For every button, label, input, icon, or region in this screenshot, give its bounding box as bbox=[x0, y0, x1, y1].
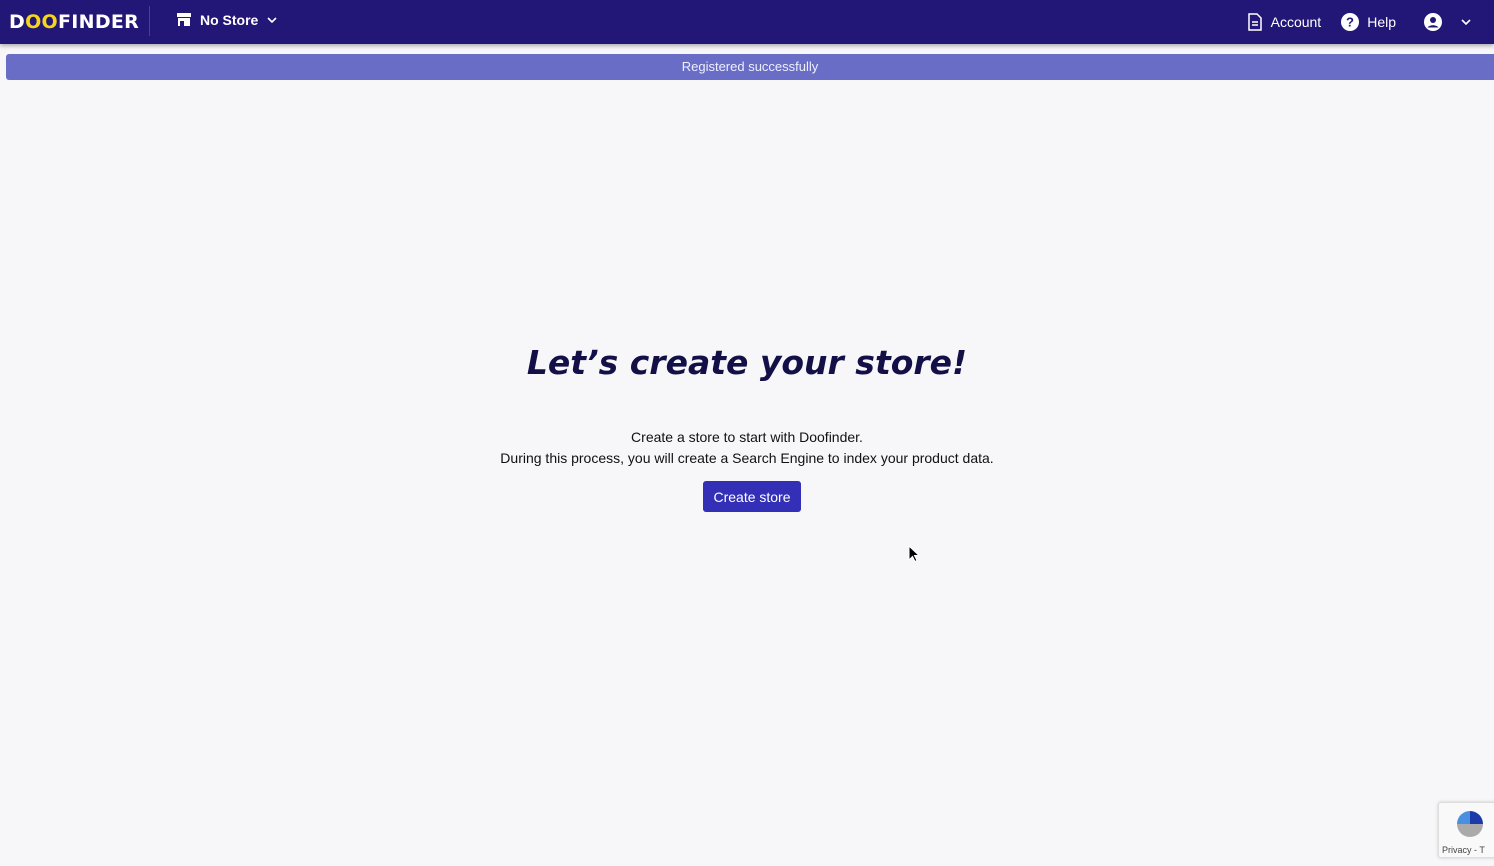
user-avatar-icon bbox=[1424, 13, 1442, 31]
store-icon bbox=[177, 13, 191, 26]
help-link[interactable]: ? Help bbox=[1341, 13, 1396, 31]
description-line-1: Create a store to start with Doofinder. bbox=[631, 429, 863, 445]
doofinder-logo[interactable]: DOOFINDER bbox=[9, 11, 139, 33]
recaptcha-icon bbox=[1457, 811, 1483, 837]
help-icon: ? bbox=[1341, 13, 1360, 31]
store-selector[interactable]: No Store bbox=[176, 12, 278, 28]
success-banner: Registered successfully bbox=[6, 54, 1494, 80]
create-store-button[interactable]: Create store bbox=[703, 481, 801, 512]
page-title: Let’s create your store! bbox=[526, 343, 968, 382]
logo-text: D bbox=[9, 11, 26, 33]
chevron-down-icon bbox=[1461, 19, 1471, 26]
store-selector-label: No Store bbox=[200, 12, 259, 28]
logo-text-accent: OO bbox=[25, 11, 58, 33]
svg-text:?: ? bbox=[1346, 15, 1354, 30]
divider bbox=[149, 6, 150, 36]
account-label: Account bbox=[1270, 14, 1322, 30]
chevron-down-icon bbox=[267, 17, 277, 24]
recaptcha-privacy-link[interactable]: Privacy - T bbox=[1442, 845, 1485, 855]
mouse-cursor-icon bbox=[908, 545, 920, 563]
account-link[interactable]: Account bbox=[1247, 13, 1322, 31]
description-line-2: During this process, you will create a S… bbox=[500, 450, 994, 466]
top-navbar: DOOFINDER No Store Account ? Help bbox=[0, 0, 1494, 44]
document-icon bbox=[1247, 13, 1262, 31]
user-menu[interactable] bbox=[1424, 13, 1472, 31]
help-label: Help bbox=[1367, 14, 1396, 30]
logo-text: FINDER bbox=[57, 11, 140, 33]
recaptcha-badge[interactable]: Privacy - T bbox=[1438, 802, 1494, 858]
